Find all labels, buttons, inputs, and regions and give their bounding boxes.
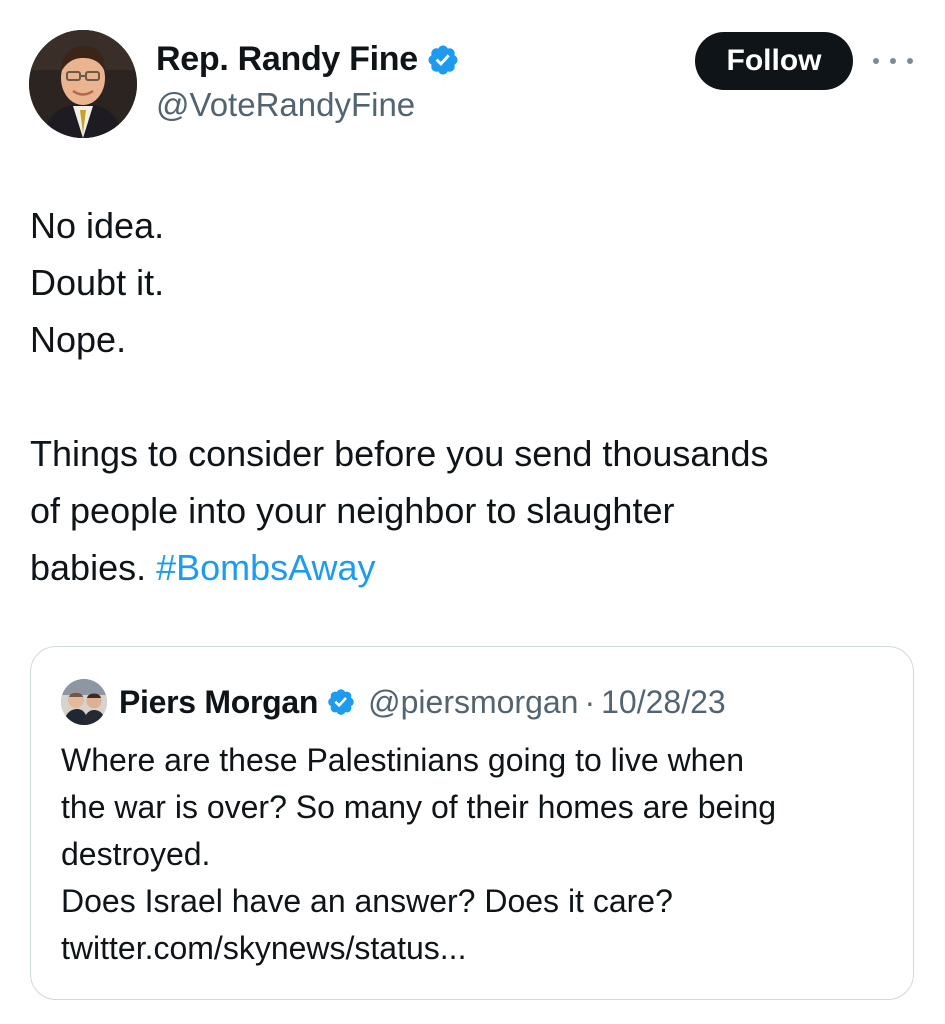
quoted-tweet-line: the war is over? So many of their homes … (61, 789, 777, 825)
more-dot (890, 58, 896, 64)
more-options-icon[interactable] (873, 50, 913, 72)
author-display-name[interactable]: Rep. Randy Fine (156, 40, 418, 79)
quoted-tweet-line: destroyed. (61, 836, 211, 872)
quoted-tweet-line: Where are these Palestinians going to li… (61, 742, 745, 778)
tweet-line: No idea. (30, 205, 165, 246)
tweet-header: Rep. Randy Fine @VoteRandyFine Follow (0, 0, 945, 160)
quoted-tweet-line: Does Israel have an answer? Does it care… (61, 883, 673, 919)
tweet-line: Things to consider before you send thous… (30, 433, 769, 474)
quoted-tweet-link[interactable]: twitter.com/skynews/status... (61, 925, 891, 972)
more-dot (873, 58, 879, 64)
author-handle[interactable]: @VoteRandyFine (156, 86, 415, 124)
author-avatar[interactable] (29, 30, 137, 138)
quoted-profile-photo-icon (61, 679, 107, 725)
quoted-date[interactable]: 10/28/23 (601, 684, 726, 721)
tweet-line-text: babies. (30, 547, 147, 588)
author-name-row[interactable]: Rep. Randy Fine (156, 40, 460, 79)
profile-photo-icon (29, 30, 137, 138)
quoted-tweet-header: Piers Morgan @piersmorgan · 10/28/23 (61, 679, 726, 725)
verified-badge-icon (428, 44, 458, 75)
tweet-line: of people into your neighbor to slaughte… (30, 490, 675, 531)
quoted-author-avatar[interactable] (61, 679, 107, 725)
quoted-tweet-card[interactable]: Piers Morgan @piersmorgan · 10/28/23 Whe… (30, 646, 914, 1000)
more-dot (907, 58, 913, 64)
tweet-line: Doubt it. (30, 262, 165, 303)
quoted-handle[interactable]: @piersmorgan (368, 684, 578, 721)
tweet-line: Nope. (30, 319, 127, 360)
quoted-tweet-text: Where are these Palestinians going to li… (61, 737, 891, 972)
follow-button[interactable]: Follow (695, 32, 853, 90)
tweet-line-last: babies. #BombsAway (30, 539, 910, 596)
quoted-separator: · (584, 683, 596, 720)
tweet-text: No idea. Doubt it. Nope. Things to consi… (30, 197, 910, 596)
quoted-verified-badge-icon (328, 689, 354, 715)
quoted-display-name[interactable]: Piers Morgan (119, 684, 318, 721)
hashtag-link[interactable]: #BombsAway (156, 547, 375, 588)
